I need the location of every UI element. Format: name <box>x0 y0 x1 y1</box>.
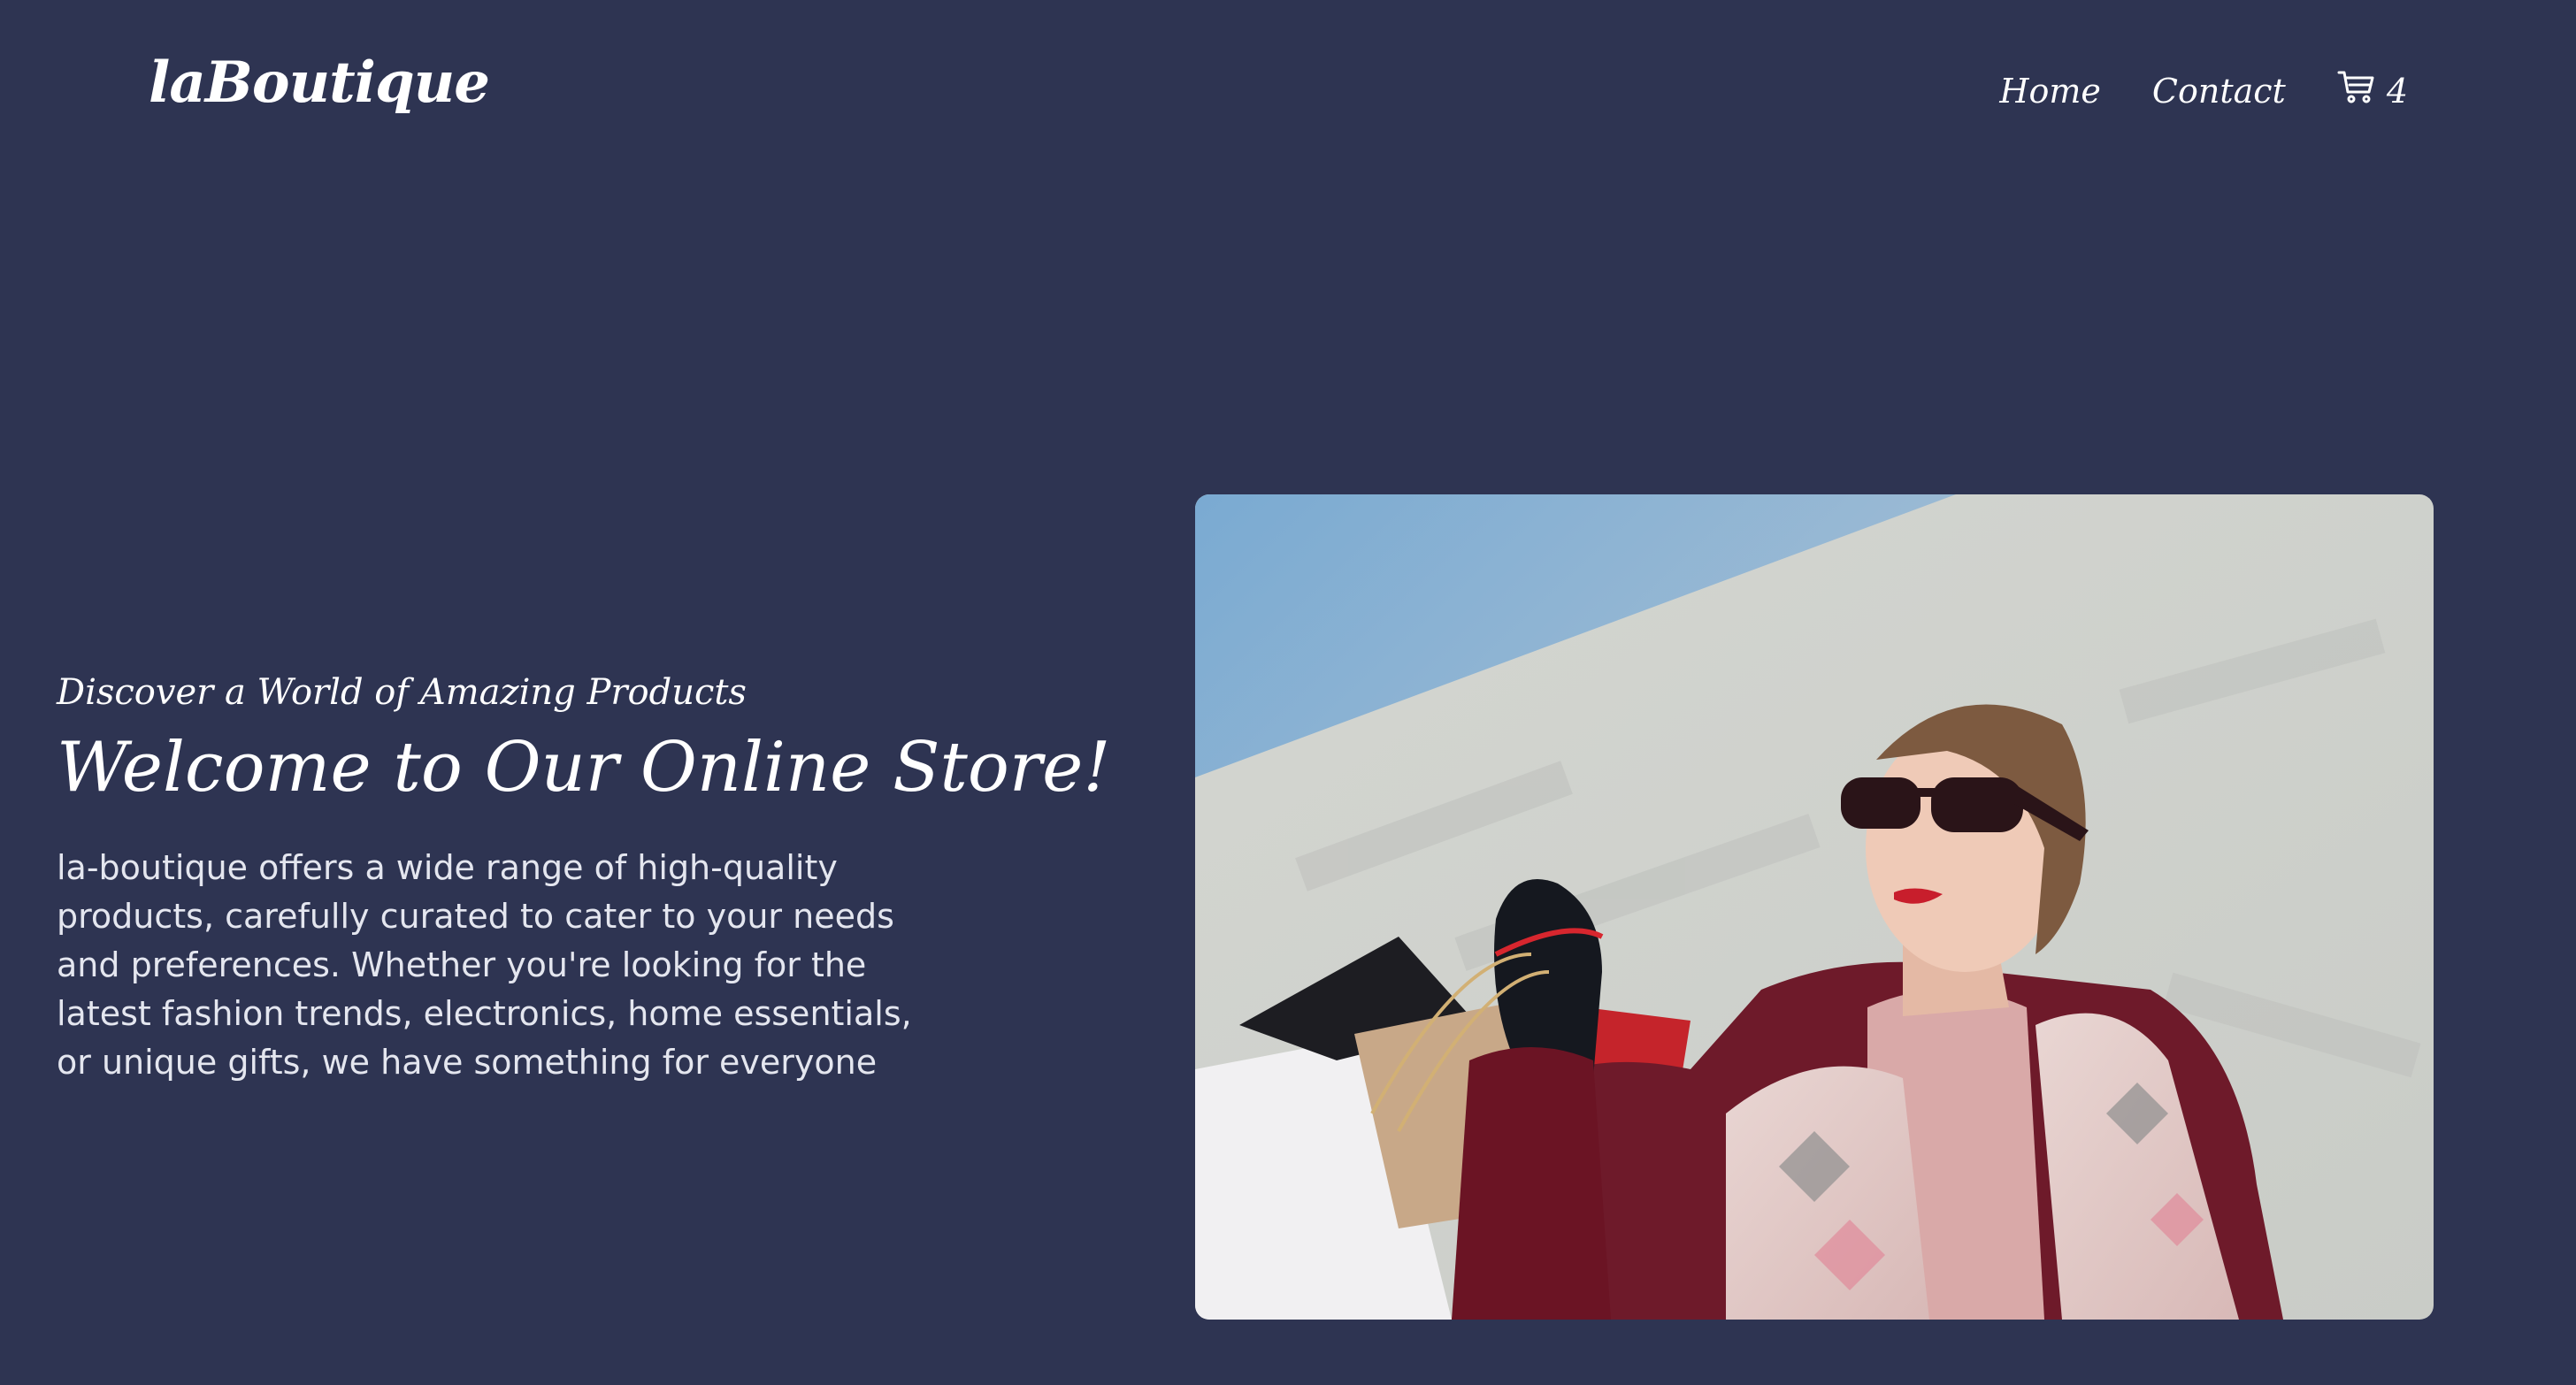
site-logo[interactable]: laBoutique <box>149 55 490 111</box>
hero-text: Discover a World of Amazing Products Wel… <box>57 672 1118 1087</box>
hero-kicker: Discover a World of Amazing Products <box>57 672 747 713</box>
nav-home-link[interactable]: Home <box>1999 72 2101 111</box>
shopping-cart-icon <box>2337 69 2376 112</box>
main-nav: Home Contact 4 <box>1999 69 2408 112</box>
cart-button[interactable]: 4 <box>2337 69 2408 112</box>
hero-description: la-boutique offers a wide range of high-… <box>57 847 912 1082</box>
cart-count: 4 <box>2386 71 2408 111</box>
hero-image <box>1195 494 2434 1320</box>
hero-title: Welcome to Our Online Store! <box>57 728 1111 807</box>
nav-contact-link[interactable]: Contact <box>2152 72 2286 111</box>
